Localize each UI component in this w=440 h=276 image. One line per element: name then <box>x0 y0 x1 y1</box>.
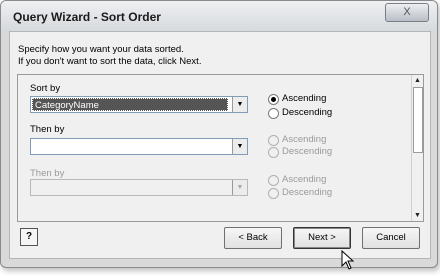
mouse-pointer-icon <box>341 250 355 270</box>
back-button[interactable]: < Back <box>224 227 282 249</box>
then-by-2-ascending-radio[interactable] <box>268 175 279 186</box>
instructions: Specify how you want your data sorted. I… <box>18 44 201 68</box>
then-by-2-descending-radio[interactable] <box>268 188 279 199</box>
then-by-1-ascending-radio[interactable] <box>268 135 279 146</box>
next-button[interactable]: Next > <box>293 227 351 249</box>
sort-panel: Sort by CategoryName ▼ Ascending Descend… <box>17 74 424 222</box>
chevron-down-icon[interactable]: ▼ <box>232 139 247 154</box>
scroll-down-icon[interactable]: ▼ <box>412 210 423 221</box>
then-by-1-label: Then by <box>30 124 65 135</box>
then-by-2-label: Then by <box>30 168 65 179</box>
scroll-up-icon[interactable]: ▲ <box>412 75 423 86</box>
scrollbar-thumb[interactable] <box>413 87 423 153</box>
then-by-1-descending-label: Descending <box>282 146 333 157</box>
sort-by-descending-radio[interactable] <box>268 108 279 119</box>
dialog-body: Specify how you want your data sorted. I… <box>9 31 431 259</box>
help-icon: ? <box>25 231 33 242</box>
instruction-line-2: If you don't want to sort the data, clic… <box>18 56 202 67</box>
query-wizard-dialog: Query Wizard - Sort Order X Specify how … <box>0 0 438 268</box>
close-icon: X <box>403 6 411 18</box>
sort-by-value: CategoryName <box>32 98 228 111</box>
close-button[interactable]: X <box>385 3 429 22</box>
chevron-down-icon[interactable]: ▼ <box>232 97 247 112</box>
then-by-2-dropdown[interactable]: ▼ <box>30 179 248 196</box>
then-by-2-ascending-label: Ascending <box>282 174 327 185</box>
then-by-1-dropdown[interactable]: ▼ <box>30 138 248 155</box>
vertical-scrollbar[interactable]: ▲ ▼ <box>411 75 423 221</box>
sort-by-dropdown[interactable]: CategoryName ▼ <box>30 96 248 113</box>
sort-by-label: Sort by <box>30 83 61 94</box>
help-button[interactable]: ? <box>20 228 38 246</box>
chevron-down-icon[interactable]: ▼ <box>232 180 247 195</box>
title-bar: Query Wizard - Sort Order X <box>1 1 437 31</box>
sort-by-ascending-radio[interactable] <box>268 94 279 105</box>
window-title: Query Wizard - Sort Order <box>13 10 161 24</box>
then-by-1-ascending-label: Ascending <box>282 134 327 145</box>
then-by-1-descending-radio[interactable] <box>268 147 279 158</box>
instruction-line-1: Specify how you want your data sorted. <box>18 44 184 55</box>
radio-selected-dot <box>271 97 276 102</box>
cancel-button[interactable]: Cancel <box>362 227 420 249</box>
sort-by-ascending-label: Ascending <box>282 93 327 104</box>
then-by-2-descending-label: Descending <box>282 187 333 198</box>
sort-by-descending-label: Descending <box>282 107 333 118</box>
